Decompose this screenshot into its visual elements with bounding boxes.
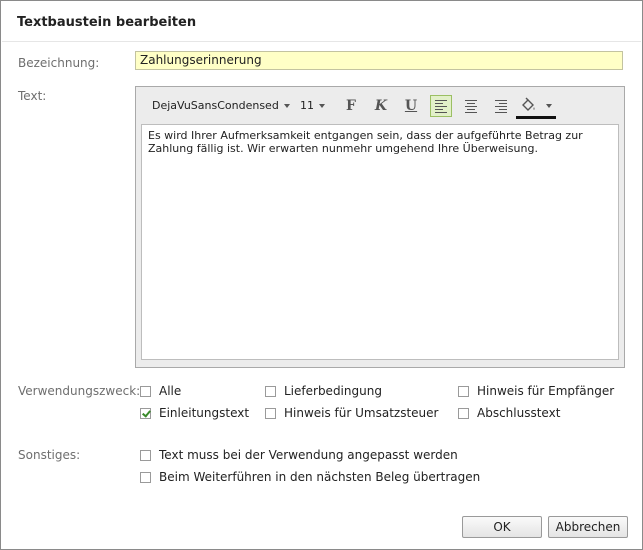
checkbox-label: Text muss bei der Verwendung angepasst w… (159, 448, 458, 462)
checkbox-label: Alle (159, 384, 182, 398)
rich-text-editor: DejaVuSansCondensed 11 F K U Es wird Ihr… (135, 86, 625, 368)
ok-button[interactable]: OK (462, 516, 542, 538)
align-right-icon (495, 99, 507, 113)
checkbox-box[interactable] (458, 407, 469, 419)
edit-text-block-dialog: Textbaustein bearbeiten Bezeichnung: Tex… (0, 0, 643, 550)
align-right-button[interactable] (490, 95, 512, 117)
paint-bucket-icon (522, 97, 535, 111)
usage-checkbox-hinweis-umsatzsteuer[interactable]: Hinweis für Umsatzsteuer (265, 406, 438, 420)
align-left-button[interactable] (430, 95, 452, 117)
usage-label: Verwendungszweck: (18, 384, 141, 398)
usage-checkbox-lieferbedingung[interactable]: Lieferbedingung (265, 384, 382, 398)
font-family-value: DejaVuSansCondensed (152, 99, 279, 112)
align-center-icon (465, 99, 477, 113)
usage-checkbox-hinweis-empfaenger[interactable]: Hinweis für Empfänger (458, 384, 614, 398)
underline-icon: U (404, 98, 418, 114)
text-content-area[interactable]: Es wird Ihrer Aufmerksamkeit entgangen s… (141, 124, 619, 360)
usage-checkbox-abschlusstext[interactable]: Abschlusstext (458, 406, 560, 420)
cancel-button[interactable]: Abbrechen (548, 516, 628, 538)
checkbox-box[interactable] (265, 407, 276, 419)
usage-checkbox-einleitungstext[interactable]: Einleitungstext (140, 406, 249, 420)
checkbox-label: Hinweis für Empfänger (477, 384, 615, 398)
misc-checkbox-adjust-text[interactable]: Text muss bei der Verwendung angepasst w… (140, 448, 458, 462)
checkbox-label: Hinweis für Umsatzsteuer (284, 406, 439, 420)
checkbox-box[interactable] (140, 385, 151, 397)
checkbox-label: Beim Weiterführen in den nächsten Beleg … (159, 470, 481, 484)
checkbox-box[interactable] (140, 407, 151, 419)
fill-color-button[interactable] (516, 95, 556, 119)
name-label: Bezeichnung: (18, 56, 100, 70)
bold-icon: F (346, 98, 356, 114)
chevron-down-icon (319, 104, 325, 108)
checkbox-box[interactable] (458, 385, 469, 397)
align-left-icon (435, 99, 447, 113)
text-label: Text: (18, 89, 47, 103)
name-input[interactable] (135, 51, 623, 70)
editor-toolbar: DejaVuSansCondensed 11 F K U (144, 95, 614, 119)
checkbox-box[interactable] (265, 385, 276, 397)
bold-button[interactable]: F (340, 95, 362, 117)
misc-checkbox-carry-over[interactable]: Beim Weiterführen in den nächsten Beleg … (140, 470, 480, 484)
font-size-value: 11 (300, 99, 314, 112)
font-family-select[interactable]: DejaVuSansCondensed (152, 99, 290, 112)
dialog-title: Textbaustein bearbeiten (17, 15, 197, 30)
underline-button[interactable]: U (400, 95, 422, 117)
align-center-button[interactable] (460, 95, 482, 117)
checkbox-label: Abschlusstext (477, 406, 561, 420)
italic-button[interactable]: K (370, 95, 392, 117)
font-size-select[interactable]: 11 (300, 99, 325, 112)
checkbox-label: Lieferbedingung (284, 384, 382, 398)
fill-color-indicator (516, 116, 556, 119)
italic-icon: K (374, 98, 388, 114)
title-divider (2, 41, 641, 42)
checkbox-box[interactable] (140, 471, 151, 483)
misc-label: Sonstiges: (18, 448, 81, 462)
checkbox-label: Einleitungstext (159, 406, 250, 420)
chevron-down-icon (546, 104, 552, 108)
checkbox-box[interactable] (140, 449, 151, 461)
usage-checkbox-alle[interactable]: Alle (140, 384, 181, 398)
chevron-down-icon (283, 104, 290, 108)
